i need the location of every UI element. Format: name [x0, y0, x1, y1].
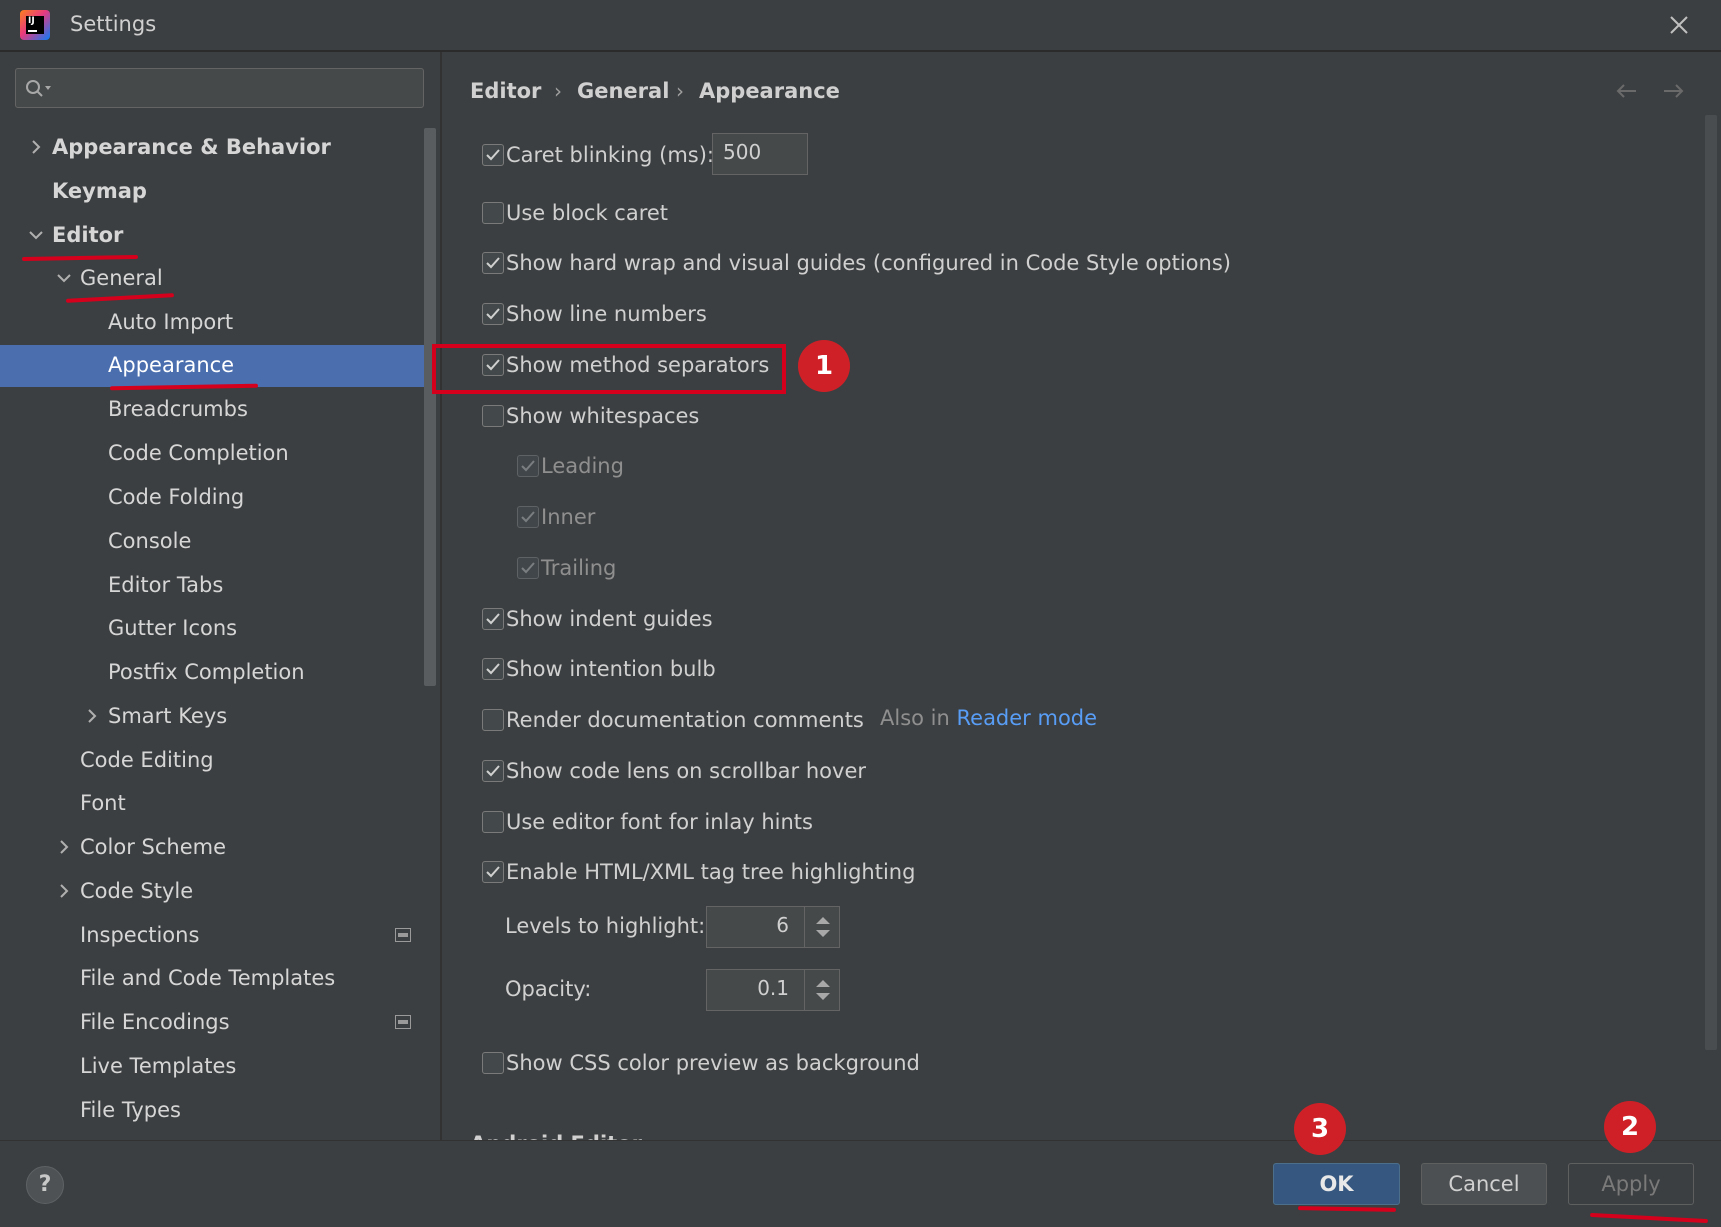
project-scope-icon	[395, 928, 411, 942]
breadcrumb-general[interactable]: General	[577, 76, 669, 106]
inner-checkbox	[517, 506, 539, 528]
trailing-checkbox	[517, 557, 539, 579]
tree-item-code-style[interactable]: Code Style	[80, 871, 193, 911]
ok-button[interactable]: OK	[1273, 1163, 1400, 1205]
tag-tree-checkbox[interactable]	[482, 861, 504, 883]
code-lens-checkbox[interactable]	[482, 760, 504, 782]
tree-item-keymap[interactable]: Keymap	[52, 171, 147, 211]
code-lens-label: Show code lens on scrollbar hover	[506, 759, 866, 783]
chevron-right-icon[interactable]	[56, 883, 72, 899]
tree-item-file-encodings[interactable]: File Encodings	[80, 1002, 230, 1042]
tree-item-postfix-completion[interactable]: Postfix Completion	[108, 652, 305, 692]
tree-item-editor[interactable]: Editor	[52, 215, 123, 255]
caret-blink-field[interactable]: 500	[712, 133, 808, 175]
reader-mode-link[interactable]: Reader mode	[957, 706, 1098, 730]
hard-wrap-checkbox[interactable]	[482, 252, 504, 274]
back-arrow-icon[interactable]	[1612, 76, 1642, 106]
render-docs-label: Render documentation comments	[506, 708, 864, 732]
caret-blinking-label: Caret blinking (ms):	[506, 143, 715, 167]
settings-scrollbar[interactable]	[1705, 115, 1717, 1050]
window-title: Settings	[70, 12, 157, 36]
help-button[interactable]: ?	[26, 1166, 64, 1204]
chevron-down-icon[interactable]	[28, 227, 44, 243]
intellij-logo-icon: IJ	[20, 10, 50, 40]
forward-arrow-icon[interactable]	[1658, 76, 1688, 106]
levels-label: Levels to highlight:	[505, 914, 706, 938]
indent-guides-label: Show indent guides	[506, 607, 713, 631]
tree-item-console[interactable]: Console	[108, 521, 191, 561]
tree-item-code-folding[interactable]: Code Folding	[108, 477, 244, 517]
tag-tree-label: Enable HTML/XML tag tree highlighting	[506, 860, 916, 884]
tree-item-auto-import[interactable]: Auto Import	[108, 302, 233, 342]
css-color-preview-checkbox[interactable]	[482, 1052, 504, 1074]
apply-button[interactable]: Apply	[1568, 1163, 1694, 1205]
editor-font-inlay-checkbox[interactable]	[482, 811, 504, 833]
cancel-button[interactable]: Cancel	[1421, 1163, 1547, 1205]
tree-item-code-editing[interactable]: Code Editing	[80, 740, 214, 780]
title-bar	[0, 0, 1721, 52]
tree-item-code-completion[interactable]: Code Completion	[108, 433, 289, 473]
reader-mode-hint: Also in Reader mode	[880, 703, 1097, 733]
trailing-label: Trailing	[541, 556, 617, 580]
block-caret-checkbox[interactable]	[482, 202, 504, 224]
chevron-down-icon[interactable]	[56, 270, 72, 286]
tree-item-breadcrumbs[interactable]: Breadcrumbs	[108, 389, 248, 429]
annotation-step-3: 3	[1294, 1103, 1346, 1155]
close-icon[interactable]	[1664, 10, 1694, 40]
indent-guides-checkbox[interactable]	[482, 608, 504, 630]
tree-item-appearance[interactable]: Appearance	[108, 345, 234, 385]
annotation-box-method-separators	[432, 344, 786, 394]
tree-item-gutter-icons[interactable]: Gutter Icons	[108, 608, 237, 648]
breadcrumb-appearance: Appearance	[699, 79, 840, 103]
tree-item-live-templates[interactable]: Live Templates	[80, 1046, 236, 1086]
chevron-right-icon[interactable]	[56, 839, 72, 855]
opacity-stepper[interactable]	[804, 970, 840, 1010]
leading-checkbox	[517, 455, 539, 477]
annotation-step-2: 2	[1604, 1101, 1656, 1153]
inner-label: Inner	[541, 505, 596, 529]
whitespaces-label: Show whitespaces	[506, 404, 700, 428]
tree-item-appearance-behavior[interactable]: Appearance & Behavior	[52, 127, 331, 167]
hard-wrap-label: Show hard wrap and visual guides (config…	[506, 251, 1231, 275]
chevron-right-icon[interactable]	[28, 139, 44, 155]
breadcrumb-editor[interactable]: Editor	[470, 76, 541, 106]
line-numbers-checkbox[interactable]	[482, 303, 504, 325]
search-input[interactable]	[15, 68, 424, 108]
render-docs-checkbox[interactable]	[482, 709, 504, 731]
leading-label: Leading	[541, 454, 624, 478]
annotation-step-1: 1	[798, 340, 850, 392]
intention-bulb-checkbox[interactable]	[482, 658, 504, 680]
tree-item-general[interactable]: General	[80, 258, 163, 298]
caret-blinking-checkbox[interactable]	[482, 144, 504, 166]
also-in-text: Also in	[880, 706, 950, 730]
css-color-preview-label: Show CSS color preview as background	[506, 1051, 920, 1075]
chevron-right-icon[interactable]	[84, 708, 100, 724]
intention-bulb-label: Show intention bulb	[506, 657, 716, 681]
tree-item-font[interactable]: Font	[80, 783, 126, 823]
search-icon[interactable]	[24, 78, 54, 100]
tree-item-file-types[interactable]: File Types	[80, 1090, 181, 1130]
breadcrumb-separator: ›	[554, 79, 562, 103]
tree-scrollbar[interactable]	[424, 128, 436, 686]
whitespaces-checkbox[interactable]	[482, 405, 504, 427]
levels-stepper[interactable]	[804, 907, 840, 947]
breadcrumb-separator: ›	[676, 79, 684, 103]
project-scope-icon	[395, 1015, 411, 1029]
tree-item-file-and-code-templates[interactable]: File and Code Templates	[80, 958, 335, 998]
tree-item-color-scheme[interactable]: Color Scheme	[80, 827, 226, 867]
tree-item-editor-tabs[interactable]: Editor Tabs	[108, 565, 223, 605]
tree-item-smart-keys[interactable]: Smart Keys	[108, 696, 227, 736]
opacity-label: Opacity:	[505, 977, 592, 1001]
editor-font-inlay-label: Use editor font for inlay hints	[506, 810, 813, 834]
tree-item-inspections[interactable]: Inspections	[80, 915, 199, 955]
line-numbers-label: Show line numbers	[506, 302, 707, 326]
block-caret-label: Use block caret	[506, 201, 669, 225]
